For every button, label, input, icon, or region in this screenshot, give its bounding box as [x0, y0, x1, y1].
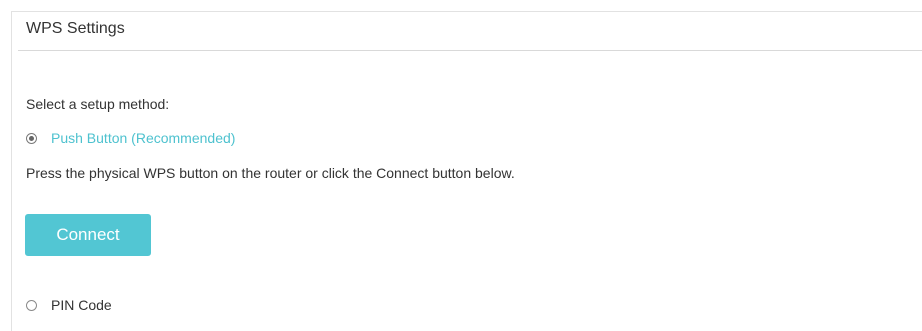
title-divider	[18, 50, 922, 51]
push-button-option-label[interactable]: Push Button (Recommended)	[51, 130, 235, 146]
pin-code-option-label[interactable]: PIN Code	[51, 297, 112, 313]
connect-button[interactable]: Connect	[25, 214, 151, 256]
push-button-option[interactable]: Push Button (Recommended)	[26, 130, 235, 146]
panel-title: WPS Settings	[26, 20, 125, 37]
radio-checked-icon[interactable]	[26, 132, 37, 144]
radio-unchecked-icon[interactable]	[26, 299, 37, 311]
pin-code-option[interactable]: PIN Code	[26, 297, 112, 313]
push-button-hint: Press the physical WPS button on the rou…	[26, 165, 515, 181]
setup-method-label: Select a setup method:	[26, 96, 170, 112]
